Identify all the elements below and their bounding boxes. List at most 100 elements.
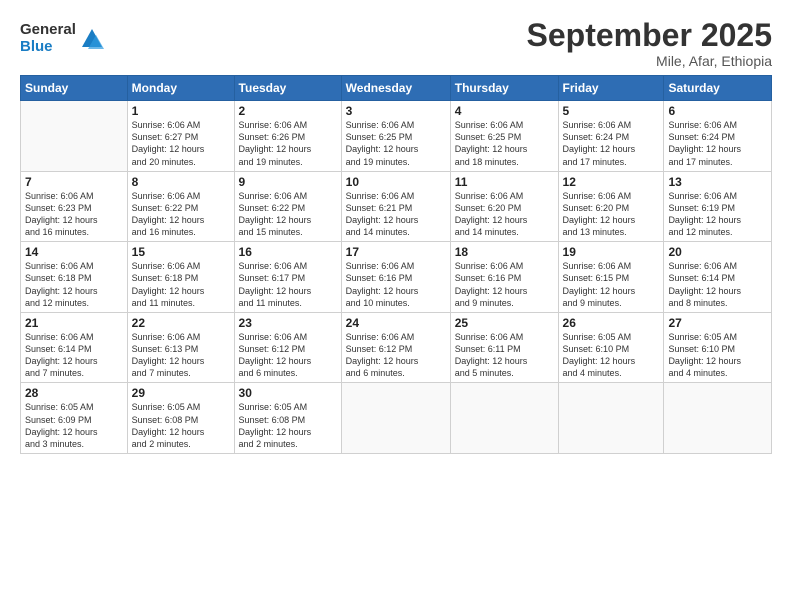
logo: General Blue bbox=[20, 22, 106, 55]
day-number: 26 bbox=[563, 316, 660, 330]
day-number: 4 bbox=[455, 104, 554, 118]
day-number: 21 bbox=[25, 316, 123, 330]
day-info: Sunrise: 6:06 AM Sunset: 6:15 PM Dayligh… bbox=[563, 260, 660, 309]
day-number: 20 bbox=[668, 245, 767, 259]
day-cell bbox=[21, 101, 128, 172]
day-number: 27 bbox=[668, 316, 767, 330]
day-info: Sunrise: 6:06 AM Sunset: 6:16 PM Dayligh… bbox=[346, 260, 446, 309]
day-cell: 30Sunrise: 6:05 AM Sunset: 6:08 PM Dayli… bbox=[234, 383, 341, 454]
day-cell: 29Sunrise: 6:05 AM Sunset: 6:08 PM Dayli… bbox=[127, 383, 234, 454]
col-header-sunday: Sunday bbox=[21, 76, 128, 101]
day-cell: 1Sunrise: 6:06 AM Sunset: 6:27 PM Daylig… bbox=[127, 101, 234, 172]
day-number: 15 bbox=[132, 245, 230, 259]
day-info: Sunrise: 6:06 AM Sunset: 6:23 PM Dayligh… bbox=[25, 190, 123, 239]
day-number: 30 bbox=[239, 386, 337, 400]
day-cell: 21Sunrise: 6:06 AM Sunset: 6:14 PM Dayli… bbox=[21, 312, 128, 383]
header-row: SundayMondayTuesdayWednesdayThursdayFrid… bbox=[21, 76, 772, 101]
day-cell: 24Sunrise: 6:06 AM Sunset: 6:12 PM Dayli… bbox=[341, 312, 450, 383]
day-number: 5 bbox=[563, 104, 660, 118]
day-number: 19 bbox=[563, 245, 660, 259]
day-number: 3 bbox=[346, 104, 446, 118]
day-cell: 26Sunrise: 6:05 AM Sunset: 6:10 PM Dayli… bbox=[558, 312, 664, 383]
day-cell bbox=[450, 383, 558, 454]
day-cell: 14Sunrise: 6:06 AM Sunset: 6:18 PM Dayli… bbox=[21, 242, 128, 313]
day-info: Sunrise: 6:05 AM Sunset: 6:10 PM Dayligh… bbox=[668, 331, 767, 380]
day-info: Sunrise: 6:06 AM Sunset: 6:20 PM Dayligh… bbox=[455, 190, 554, 239]
week-row-1: 1Sunrise: 6:06 AM Sunset: 6:27 PM Daylig… bbox=[21, 101, 772, 172]
day-info: Sunrise: 6:06 AM Sunset: 6:12 PM Dayligh… bbox=[346, 331, 446, 380]
day-cell: 7Sunrise: 6:06 AM Sunset: 6:23 PM Daylig… bbox=[21, 171, 128, 242]
day-cell: 17Sunrise: 6:06 AM Sunset: 6:16 PM Dayli… bbox=[341, 242, 450, 313]
day-cell bbox=[664, 383, 772, 454]
day-number: 17 bbox=[346, 245, 446, 259]
day-info: Sunrise: 6:06 AM Sunset: 6:14 PM Dayligh… bbox=[668, 260, 767, 309]
day-number: 12 bbox=[563, 175, 660, 189]
logo-icon bbox=[78, 25, 106, 53]
day-info: Sunrise: 6:06 AM Sunset: 6:21 PM Dayligh… bbox=[346, 190, 446, 239]
day-cell: 15Sunrise: 6:06 AM Sunset: 6:18 PM Dayli… bbox=[127, 242, 234, 313]
day-cell: 28Sunrise: 6:05 AM Sunset: 6:09 PM Dayli… bbox=[21, 383, 128, 454]
day-cell: 25Sunrise: 6:06 AM Sunset: 6:11 PM Dayli… bbox=[450, 312, 558, 383]
day-cell: 11Sunrise: 6:06 AM Sunset: 6:20 PM Dayli… bbox=[450, 171, 558, 242]
day-cell: 9Sunrise: 6:06 AM Sunset: 6:22 PM Daylig… bbox=[234, 171, 341, 242]
day-number: 7 bbox=[25, 175, 123, 189]
day-number: 16 bbox=[239, 245, 337, 259]
day-number: 18 bbox=[455, 245, 554, 259]
day-info: Sunrise: 6:06 AM Sunset: 6:17 PM Dayligh… bbox=[239, 260, 337, 309]
day-number: 10 bbox=[346, 175, 446, 189]
day-cell: 20Sunrise: 6:06 AM Sunset: 6:14 PM Dayli… bbox=[664, 242, 772, 313]
day-info: Sunrise: 6:06 AM Sunset: 6:25 PM Dayligh… bbox=[346, 119, 446, 168]
day-cell: 12Sunrise: 6:06 AM Sunset: 6:20 PM Dayli… bbox=[558, 171, 664, 242]
day-number: 22 bbox=[132, 316, 230, 330]
day-number: 25 bbox=[455, 316, 554, 330]
day-info: Sunrise: 6:06 AM Sunset: 6:26 PM Dayligh… bbox=[239, 119, 337, 168]
day-info: Sunrise: 6:06 AM Sunset: 6:18 PM Dayligh… bbox=[25, 260, 123, 309]
day-cell: 16Sunrise: 6:06 AM Sunset: 6:17 PM Dayli… bbox=[234, 242, 341, 313]
day-info: Sunrise: 6:06 AM Sunset: 6:12 PM Dayligh… bbox=[239, 331, 337, 380]
day-number: 24 bbox=[346, 316, 446, 330]
col-header-monday: Monday bbox=[127, 76, 234, 101]
col-header-thursday: Thursday bbox=[450, 76, 558, 101]
month-title: September 2025 bbox=[527, 18, 772, 53]
day-info: Sunrise: 6:06 AM Sunset: 6:27 PM Dayligh… bbox=[132, 119, 230, 168]
subtitle: Mile, Afar, Ethiopia bbox=[527, 53, 772, 69]
day-cell: 10Sunrise: 6:06 AM Sunset: 6:21 PM Dayli… bbox=[341, 171, 450, 242]
day-cell: 22Sunrise: 6:06 AM Sunset: 6:13 PM Dayli… bbox=[127, 312, 234, 383]
day-info: Sunrise: 6:06 AM Sunset: 6:14 PM Dayligh… bbox=[25, 331, 123, 380]
day-number: 8 bbox=[132, 175, 230, 189]
day-cell: 3Sunrise: 6:06 AM Sunset: 6:25 PM Daylig… bbox=[341, 101, 450, 172]
day-info: Sunrise: 6:06 AM Sunset: 6:20 PM Dayligh… bbox=[563, 190, 660, 239]
day-info: Sunrise: 6:06 AM Sunset: 6:22 PM Dayligh… bbox=[239, 190, 337, 239]
col-header-saturday: Saturday bbox=[664, 76, 772, 101]
day-cell: 8Sunrise: 6:06 AM Sunset: 6:22 PM Daylig… bbox=[127, 171, 234, 242]
day-cell bbox=[341, 383, 450, 454]
week-row-2: 7Sunrise: 6:06 AM Sunset: 6:23 PM Daylig… bbox=[21, 171, 772, 242]
day-number: 6 bbox=[668, 104, 767, 118]
day-cell: 27Sunrise: 6:05 AM Sunset: 6:10 PM Dayli… bbox=[664, 312, 772, 383]
week-row-5: 28Sunrise: 6:05 AM Sunset: 6:09 PM Dayli… bbox=[21, 383, 772, 454]
title-block: September 2025 Mile, Afar, Ethiopia bbox=[527, 18, 772, 69]
day-cell bbox=[558, 383, 664, 454]
day-cell: 4Sunrise: 6:06 AM Sunset: 6:25 PM Daylig… bbox=[450, 101, 558, 172]
col-header-friday: Friday bbox=[558, 76, 664, 101]
day-number: 13 bbox=[668, 175, 767, 189]
day-info: Sunrise: 6:05 AM Sunset: 6:08 PM Dayligh… bbox=[239, 401, 337, 450]
day-number: 1 bbox=[132, 104, 230, 118]
day-info: Sunrise: 6:06 AM Sunset: 6:24 PM Dayligh… bbox=[668, 119, 767, 168]
day-cell: 13Sunrise: 6:06 AM Sunset: 6:19 PM Dayli… bbox=[664, 171, 772, 242]
day-info: Sunrise: 6:06 AM Sunset: 6:16 PM Dayligh… bbox=[455, 260, 554, 309]
day-info: Sunrise: 6:06 AM Sunset: 6:24 PM Dayligh… bbox=[563, 119, 660, 168]
day-number: 23 bbox=[239, 316, 337, 330]
day-info: Sunrise: 6:06 AM Sunset: 6:25 PM Dayligh… bbox=[455, 119, 554, 168]
day-number: 9 bbox=[239, 175, 337, 189]
day-info: Sunrise: 6:06 AM Sunset: 6:18 PM Dayligh… bbox=[132, 260, 230, 309]
day-info: Sunrise: 6:06 AM Sunset: 6:11 PM Dayligh… bbox=[455, 331, 554, 380]
day-info: Sunrise: 6:05 AM Sunset: 6:09 PM Dayligh… bbox=[25, 401, 123, 450]
day-number: 29 bbox=[132, 386, 230, 400]
week-row-3: 14Sunrise: 6:06 AM Sunset: 6:18 PM Dayli… bbox=[21, 242, 772, 313]
calendar-table: SundayMondayTuesdayWednesdayThursdayFrid… bbox=[20, 75, 772, 454]
col-header-tuesday: Tuesday bbox=[234, 76, 341, 101]
day-cell: 5Sunrise: 6:06 AM Sunset: 6:24 PM Daylig… bbox=[558, 101, 664, 172]
day-info: Sunrise: 6:06 AM Sunset: 6:13 PM Dayligh… bbox=[132, 331, 230, 380]
day-cell: 6Sunrise: 6:06 AM Sunset: 6:24 PM Daylig… bbox=[664, 101, 772, 172]
